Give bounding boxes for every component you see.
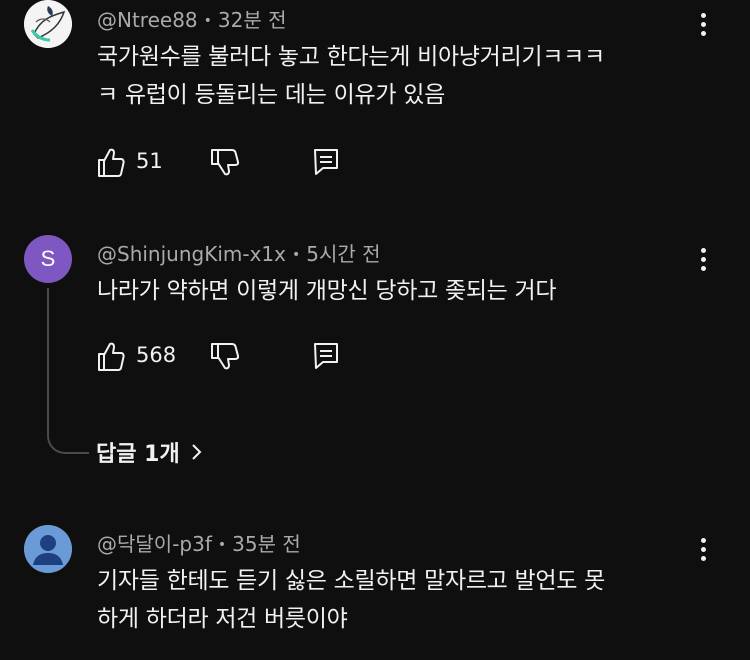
reply-icon <box>314 149 338 175</box>
thumbs-down-icon <box>211 343 240 370</box>
default-user-icon <box>24 525 72 573</box>
reply-icon <box>314 343 338 369</box>
avatar[interactable] <box>24 0 72 48</box>
like-button[interactable] <box>96 146 126 178</box>
more-options-icon[interactable] <box>692 534 714 564</box>
comment-time[interactable]: 32분 전 <box>218 8 287 32</box>
avatar-letter: S <box>40 246 56 271</box>
reply-button[interactable] <box>312 340 342 372</box>
more-options-icon[interactable] <box>692 9 714 39</box>
thumbs-up-icon <box>98 148 125 177</box>
comment-text-line: 기자들 한테도 듣기 싫은 소릴하면 말자르고 발언도 못 <box>97 568 605 594</box>
comment-text: 기자들 한테도 듣기 싫은 소릴하면 말자르고 발언도 못 하게 하더라 저건 … <box>97 562 697 638</box>
thumbs-up-icon <box>98 342 125 371</box>
comment-time[interactable]: 5시간 전 <box>306 242 380 266</box>
comment-text-line: ㅋ 유럽이 등돌리는 데는 이유가 있음 <box>97 82 445 108</box>
comment-time[interactable]: 35분 전 <box>232 532 301 556</box>
comment-author[interactable]: @ShinjungKim-x1x <box>97 242 286 266</box>
more-options-icon[interactable] <box>692 244 714 274</box>
thread-connector-line <box>47 288 89 454</box>
comment-text: 나라가 약하면 이렇게 개망신 당하고 좆되는 거다 <box>97 272 697 310</box>
avatar[interactable]: S <box>24 235 72 283</box>
comment-meta: @Ntree88 • 32분 전 <box>97 4 287 33</box>
meta-separator: • <box>203 13 212 29</box>
like-count: 568 <box>136 343 177 367</box>
comment-text: 국가원수를 불러다 놓고 한다는게 비아냥거리기ㅋㅋㅋ ㅋ 유럽이 등돌리는 데… <box>97 38 697 114</box>
comment-text-line: 나라가 약하면 이렇게 개망신 당하고 좆되는 거다 <box>97 278 557 304</box>
comment-author[interactable]: @닥달이-p3f <box>97 532 212 556</box>
meta-separator: • <box>291 247 301 263</box>
like-button[interactable] <box>96 340 126 372</box>
comment-meta: @닥달이-p3f • 35분 전 <box>97 528 301 557</box>
comment-text-line: 국가원수를 불러다 놓고 한다는게 비아냥거리기ㅋㅋㅋ <box>97 44 605 70</box>
meta-separator: • <box>217 537 227 553</box>
view-replies-button[interactable]: 답글 1개 <box>96 436 204 468</box>
thumbs-down-icon <box>211 149 240 176</box>
replies-label: 답글 1개 <box>96 442 180 467</box>
comment-text-line: 하게 하더라 저건 버릇이야 <box>97 606 348 632</box>
comment-actions: 51 <box>96 146 396 180</box>
comment-author[interactable]: @Ntree88 <box>97 8 198 32</box>
comment-meta: @ShinjungKim-x1x • 5시간 전 <box>97 238 381 267</box>
dislike-button[interactable] <box>210 340 242 372</box>
avatar[interactable] <box>24 525 72 573</box>
reply-button[interactable] <box>312 146 342 178</box>
avatar-image <box>24 0 72 48</box>
dislike-button[interactable] <box>210 146 242 178</box>
comment-actions: 568 <box>96 340 396 374</box>
chevron-right-icon <box>191 444 202 460</box>
like-count: 51 <box>136 149 163 173</box>
